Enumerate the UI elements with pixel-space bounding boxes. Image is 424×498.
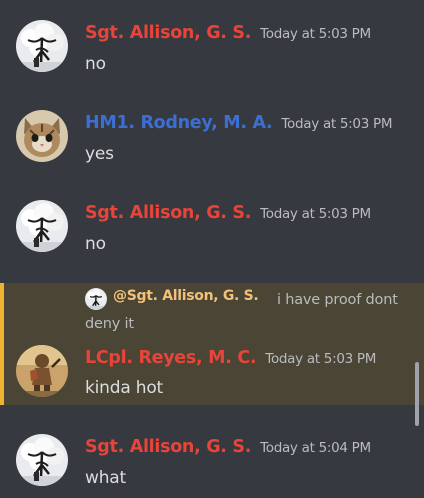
message-item[interactable]: Sgt. Allison, G. S. Today at 5:04 PM what (0, 414, 424, 498)
soldier-avatar-icon (16, 345, 68, 397)
kitten-avatar-icon (16, 110, 68, 162)
avatar[interactable] (16, 345, 68, 397)
message-text: no (85, 234, 106, 254)
timestamp[interactable]: Today at 5:03 PM (260, 26, 371, 42)
message-header: HM1. Rodney, M. A. Today at 5:03 PM (85, 113, 393, 133)
message-text: no (85, 54, 106, 74)
avatar[interactable] (16, 434, 68, 486)
message-item[interactable]: HM1. Rodney, M. A. Today at 5:03 PM yes (0, 90, 424, 180)
timestamp[interactable]: Today at 5:04 PM (260, 440, 371, 456)
message-item[interactable]: Sgt. Allison, G. S. Today at 5:03 PM no (0, 180, 424, 270)
author-name[interactable]: HM1. Rodney, M. A. (85, 113, 273, 133)
author-name[interactable]: LCpl. Reyes, M. C. (85, 348, 257, 368)
message-text: kinda hot (85, 378, 163, 398)
scrollbar-thumb[interactable] (415, 362, 419, 426)
message-header: Sgt. Allison, G. S. Today at 5:03 PM (85, 203, 371, 223)
snow-tree-avatar-icon (16, 434, 68, 486)
message-header: LCpl. Reyes, M. C. Today at 5:03 PM (85, 348, 376, 368)
message-item[interactable]: Sgt. Allison, G. S. Today at 5:03 PM no (0, 0, 424, 90)
avatar[interactable] (16, 200, 68, 252)
timestamp[interactable]: Today at 5:03 PM (260, 206, 371, 222)
avatar[interactable] (16, 20, 68, 72)
message-text: yes (85, 144, 114, 164)
timestamp[interactable]: Today at 5:03 PM (265, 351, 376, 367)
snow-tree-avatar-icon (16, 200, 68, 252)
snow-tree-avatar-icon (16, 20, 68, 72)
message-header: Sgt. Allison, G. S. Today at 5:03 PM (85, 23, 371, 43)
author-name[interactable]: Sgt. Allison, G. S. (85, 203, 251, 223)
timestamp[interactable]: Today at 5:03 PM (281, 116, 392, 132)
message-header: Sgt. Allison, G. S. Today at 5:04 PM (85, 437, 371, 457)
message-item[interactable]: LCpl. Reyes, M. C. Today at 5:03 PM kinda… (0, 283, 424, 405)
avatar[interactable] (16, 110, 68, 162)
chat-message-list: Sgt. Allison, G. S. Today at 5:03 PM no H… (0, 0, 424, 498)
author-name[interactable]: Sgt. Allison, G. S. (85, 437, 251, 457)
message-text: what (85, 468, 126, 488)
author-name[interactable]: Sgt. Allison, G. S. (85, 23, 251, 43)
